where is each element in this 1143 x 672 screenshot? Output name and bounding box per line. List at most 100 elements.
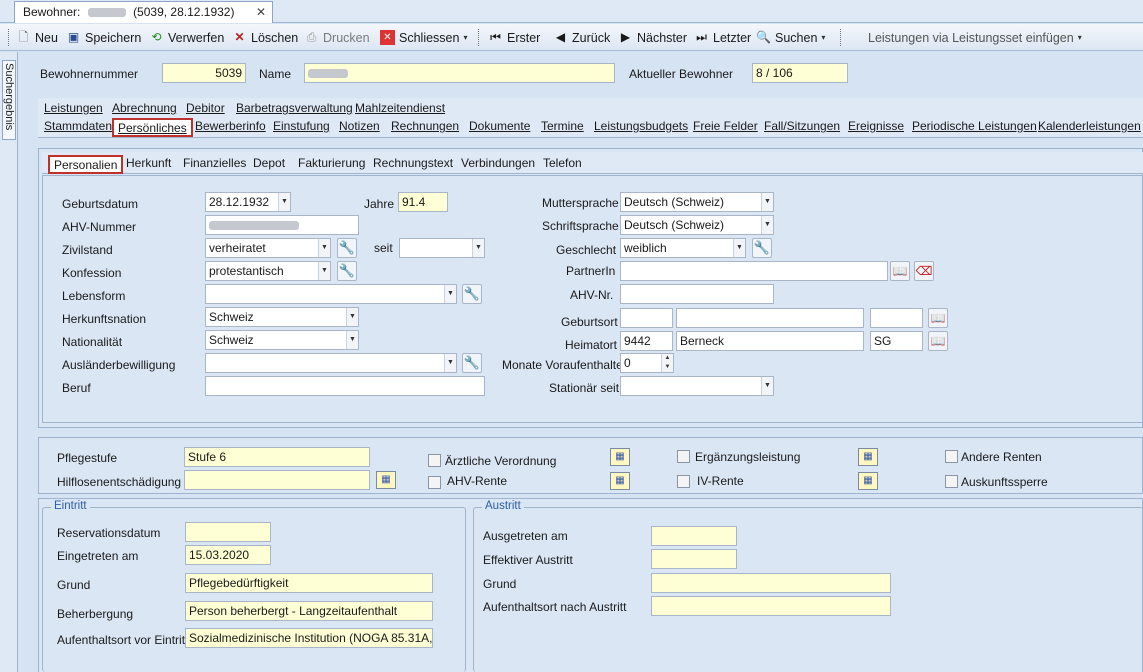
birthdate-field[interactable]: 28.12.1932 ▼: [205, 192, 291, 212]
tab-rechnungen[interactable]: Rechnungen: [387, 118, 463, 135]
tab-depot[interactable]: Depot: [249, 155, 289, 172]
partner-field[interactable]: [620, 261, 888, 281]
chevron-down-icon[interactable]: ▼: [346, 331, 358, 349]
birthplace-city-field[interactable]: [676, 308, 864, 328]
tab-stammdaten[interactable]: Stammdaten: [40, 118, 116, 135]
tab-verbindungen[interactable]: Verbindungen: [457, 155, 539, 172]
lookup-book-icon[interactable]: 📖: [928, 308, 948, 328]
medical-order-checkbox[interactable]: [428, 454, 441, 467]
hometown-city-field[interactable]: Berneck: [676, 331, 864, 351]
iv-pension-checkbox[interactable]: [677, 475, 690, 488]
since-select[interactable]: ▼: [399, 238, 485, 258]
stationary-since-select[interactable]: ▼: [620, 376, 774, 396]
chevron-down-icon[interactable]: ▼: [318, 239, 330, 257]
chevron-down-icon[interactable]: ▼: [472, 239, 484, 257]
spin-arrows-icon[interactable]: ▲ ▼: [661, 354, 673, 372]
search-results-tab[interactable]: Suchergebnis: [2, 60, 16, 140]
tab-debitor[interactable]: Debitor: [182, 100, 229, 117]
tab-leistungen[interactable]: Leistungen: [40, 100, 107, 117]
confession-select[interactable]: protestantisch ▼: [205, 261, 331, 281]
lifestyle-select[interactable]: ▼: [205, 284, 457, 304]
lookup-book-icon[interactable]: 📖: [928, 331, 948, 351]
tab-barbetragsverwaltung[interactable]: Barbetragsverwaltung: [232, 100, 357, 117]
clear-eraser-icon[interactable]: ⌫: [914, 261, 934, 281]
calendar-icon[interactable]: ▦: [858, 448, 878, 466]
save-button[interactable]: ▣ Speichern: [66, 28, 141, 47]
wrench-icon[interactable]: 🔧: [752, 238, 772, 258]
tab-personalien[interactable]: Personalien: [48, 155, 124, 174]
chevron-down-icon[interactable]: ▼: [278, 193, 290, 211]
next-button[interactable]: ▶ Nächster: [618, 28, 687, 47]
tab-bewerberinfo[interactable]: Bewerberinfo: [191, 118, 270, 135]
document-tab[interactable]: Bewohner: (5039, 28.12.1932) ✕: [14, 1, 273, 23]
profession-field[interactable]: [205, 376, 485, 396]
discard-button[interactable]: ⟲ Verwerfen: [149, 28, 224, 47]
helplessness-field[interactable]: [184, 470, 370, 490]
close-tab-icon[interactable]: ✕: [256, 5, 266, 19]
resident-number-field[interactable]: 5039: [162, 63, 246, 83]
hometown-canton-field[interactable]: SG: [870, 331, 923, 351]
effective-exit-field[interactable]: [651, 549, 737, 569]
wrench-icon[interactable]: 🔧: [337, 238, 357, 258]
calendar-icon[interactable]: ▦: [610, 472, 630, 490]
new-button[interactable]: 🗋 Neu: [16, 28, 58, 47]
tab-mahlzeitendienst[interactable]: Mahlzeitendienst: [351, 100, 449, 117]
tab-abrechnung[interactable]: Abrechnung: [108, 100, 181, 117]
prior-residence-field[interactable]: Sozialmedizinische Institution (NOGA 85.…: [185, 628, 433, 648]
tab-notizen[interactable]: Notizen: [335, 118, 384, 135]
birthplace-canton-field[interactable]: [870, 308, 923, 328]
chevron-down-icon[interactable]: ▼: [444, 354, 456, 372]
calendar-icon[interactable]: ▦: [376, 471, 396, 489]
other-pensions-checkbox[interactable]: [945, 450, 958, 463]
supplementary-benefit-checkbox[interactable]: [677, 450, 690, 463]
civil-status-select[interactable]: verheiratet ▼: [205, 238, 331, 258]
entry-reason-field[interactable]: Pflegebedürftigkeit: [185, 573, 433, 593]
address-book-icon[interactable]: 📖: [890, 261, 910, 281]
prior-stays-stepper[interactable]: 0 ▲ ▼: [620, 353, 674, 373]
wrench-icon[interactable]: 🔧: [462, 353, 482, 373]
gender-select[interactable]: weiblich ▼: [620, 238, 746, 258]
tab-telefon[interactable]: Telefon: [539, 155, 586, 172]
accommodation-field[interactable]: Person beherbergt - Langzeitaufenthalt: [185, 601, 433, 621]
ahv-nr-field[interactable]: [620, 284, 774, 304]
tab-persoenliches[interactable]: Persönliches: [112, 118, 193, 137]
calendar-icon[interactable]: ▦: [858, 472, 878, 490]
exit-reason-field[interactable]: [651, 573, 891, 593]
tab-fall-sitzungen[interactable]: Fall/Sitzungen: [760, 118, 844, 135]
tab-ereignisse[interactable]: Ereignisse: [844, 118, 908, 135]
tab-herkunft[interactable]: Herkunft: [122, 155, 175, 172]
written-language-select[interactable]: Deutsch (Schweiz) ▼: [620, 215, 774, 235]
care-level-field[interactable]: Stufe 6: [184, 447, 370, 467]
mother-tongue-select[interactable]: Deutsch (Schweiz) ▼: [620, 192, 774, 212]
chevron-down-icon[interactable]: ▼: [733, 239, 745, 257]
ahv-number-field[interactable]: [205, 215, 359, 235]
origin-nation-select[interactable]: Schweiz ▼: [205, 307, 359, 327]
last-button[interactable]: ⏭ Letzter: [694, 28, 751, 47]
tab-freie-felder[interactable]: Freie Felder: [689, 118, 762, 135]
tab-kalenderleistungen[interactable]: Kalenderleistungen: [1034, 118, 1143, 135]
tab-periodische-leistungen[interactable]: Periodische Leistungen: [908, 118, 1041, 135]
print-button[interactable]: ⎙ Drucken: [304, 28, 370, 47]
exited-on-field[interactable]: [651, 526, 737, 546]
tab-rechnungstext[interactable]: Rechnungstext: [369, 155, 457, 172]
name-field[interactable]: [304, 63, 615, 83]
tab-termine[interactable]: Termine: [537, 118, 588, 135]
birthplace-zip-field[interactable]: [620, 308, 673, 328]
close-button[interactable]: ✕ Schliessen ▾: [380, 28, 467, 47]
entered-on-field[interactable]: 15.03.2020: [185, 545, 271, 565]
chevron-down-icon[interactable]: ▼: [761, 216, 773, 234]
chevron-down-icon[interactable]: ▼: [318, 262, 330, 280]
foreigner-permit-select[interactable]: ▼: [205, 353, 457, 373]
information-block-checkbox[interactable]: [945, 475, 958, 488]
tab-leistungsbudgets[interactable]: Leistungsbudgets: [590, 118, 692, 135]
insert-leistungsset-button[interactable]: Leistungen via Leistungsset einfügen ▾: [868, 28, 1082, 47]
wrench-icon[interactable]: 🔧: [462, 284, 482, 304]
ahv-pension-checkbox[interactable]: [428, 476, 441, 489]
chevron-down-icon[interactable]: ▼: [761, 377, 773, 395]
hometown-zip-field[interactable]: 9442: [620, 331, 673, 351]
chevron-down-icon[interactable]: ▼: [444, 285, 456, 303]
tab-finanzielles[interactable]: Finanzielles: [179, 155, 250, 172]
tab-einstufung[interactable]: Einstufung: [269, 118, 334, 135]
chevron-down-icon[interactable]: ▼: [761, 193, 773, 211]
tab-dokumente[interactable]: Dokumente: [465, 118, 534, 135]
